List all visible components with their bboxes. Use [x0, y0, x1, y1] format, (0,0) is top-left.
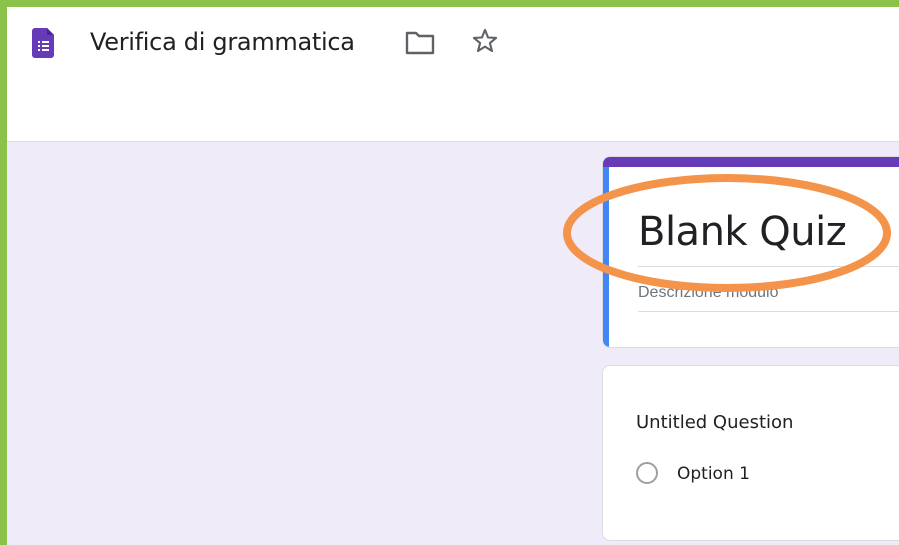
- title-underline: [638, 266, 899, 267]
- folder-icon[interactable]: [405, 31, 435, 55]
- document-title[interactable]: Verifica di grammatica: [90, 28, 355, 56]
- theme-color-strip: [603, 157, 899, 167]
- active-card-indicator: [603, 167, 609, 347]
- forms-editor-window: Verifica di grammatica Blank Quiz Descri…: [7, 7, 899, 545]
- google-forms-icon[interactable]: [32, 28, 54, 58]
- question-card[interactable]: Untitled Question Option 1: [602, 365, 899, 541]
- form-description-input[interactable]: Descrizione modulo: [638, 284, 779, 302]
- description-underline: [638, 311, 899, 312]
- star-icon[interactable]: [471, 27, 499, 55]
- radio-button-icon[interactable]: [636, 462, 658, 484]
- form-title-input[interactable]: Blank Quiz: [638, 209, 847, 255]
- form-title-card[interactable]: Blank Quiz Descrizione modulo: [602, 156, 899, 348]
- option-label[interactable]: Option 1: [677, 464, 750, 484]
- top-bar: Verifica di grammatica: [7, 7, 899, 142]
- question-title[interactable]: Untitled Question: [636, 412, 793, 433]
